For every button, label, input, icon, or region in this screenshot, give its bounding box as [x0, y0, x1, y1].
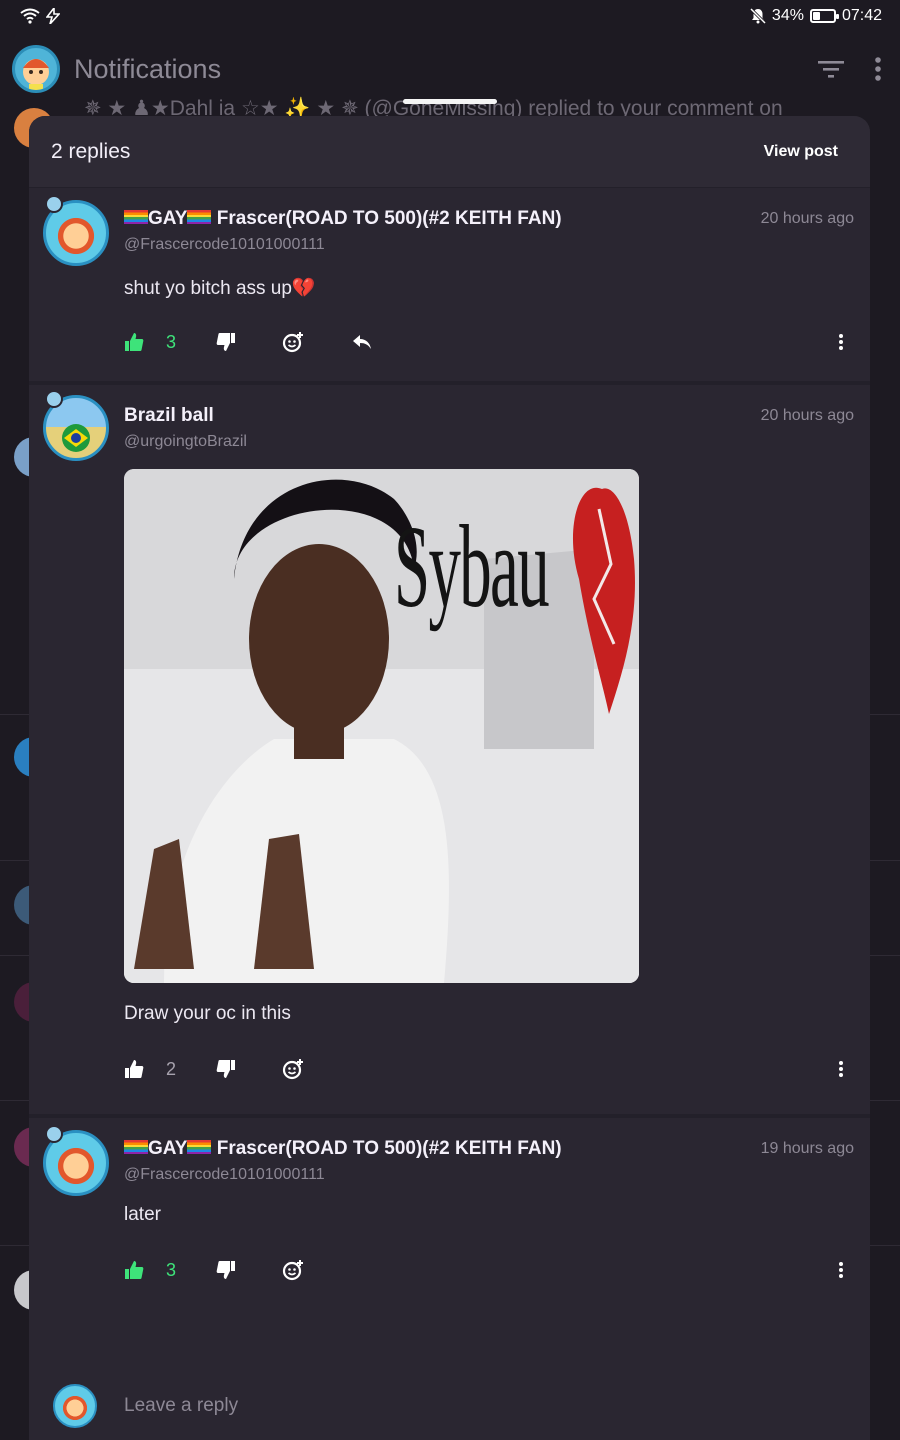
battery-percent: 34% [771, 7, 804, 24]
reply-actions: 3 [124, 326, 854, 358]
author-name-prefix: GAY [148, 1138, 188, 1159]
reply-input[interactable] [124, 1395, 724, 1417]
more-vertical-icon[interactable] [838, 1260, 844, 1280]
my-avatar [53, 1384, 97, 1428]
reply-item: GAY Frascer(ROAD TO 500)(#2 KEITH FAN) @… [29, 1118, 870, 1358]
author-name[interactable]: GAY Frascer(ROAD TO 500)(#2 KEITH FAN) [124, 208, 562, 230]
reply-header: Brazil ball @urgoingtoBrazil 20 hours ag… [124, 405, 854, 451]
app-header: Notifications [0, 36, 900, 102]
thumbs-down-icon[interactable] [216, 1260, 236, 1280]
reply-header: GAY Frascer(ROAD TO 500)(#2 KEITH FAN) @… [124, 1138, 854, 1184]
reply-item: Brazil ball @urgoingtoBrazil 20 hours ag… [29, 385, 870, 1118]
avatar-badge-icon [45, 195, 63, 213]
thumbs-up-icon[interactable] [124, 1260, 144, 1280]
reply-text: later [124, 1204, 161, 1225]
sheet-drag-handle[interactable] [403, 99, 497, 104]
battery-fill [812, 12, 821, 20]
like-count: 3 [166, 1259, 177, 1280]
attached-image[interactable]: Sybau [124, 469, 639, 983]
replies-count-title: 2 replies [51, 139, 131, 163]
author-name-prefix: GAY [148, 208, 188, 229]
bell-muted-icon [749, 8, 766, 24]
wifi-icon [20, 8, 40, 24]
status-right: 34% 07:42 [749, 7, 882, 25]
reply-time: 20 hours ago [760, 210, 854, 227]
thumbs-down-icon[interactable] [216, 332, 236, 352]
thumbs-down-icon[interactable] [216, 1059, 236, 1079]
thumbs-up-icon[interactable] [124, 1059, 144, 1079]
reply-arrow-icon[interactable] [352, 332, 372, 352]
sheet-header: 2 replies View post [29, 116, 870, 188]
reply-time: 20 hours ago [760, 407, 854, 424]
like-count: 2 [166, 1058, 177, 1079]
avatar-badge-icon [45, 1125, 63, 1143]
battery-icon [809, 9, 839, 23]
add-reaction-icon[interactable] [282, 1259, 304, 1281]
profile-avatar[interactable] [12, 45, 60, 93]
add-reaction-icon[interactable] [282, 1058, 304, 1080]
reply-actions: 3 [124, 1254, 854, 1286]
meme-photo [124, 469, 639, 983]
author-name-text: Frascer(ROAD TO 500)(#2 KEITH FAN) [216, 1138, 562, 1159]
replies-sheet: 2 replies View post GAY Frascer(ROAD TO … [29, 116, 870, 1440]
author-name[interactable]: GAY Frascer(ROAD TO 500)(#2 KEITH FAN) [124, 1138, 562, 1160]
author-name[interactable]: Brazil ball [124, 405, 247, 427]
reply-header: GAY Frascer(ROAD TO 500)(#2 KEITH FAN) @… [124, 208, 854, 254]
more-vertical-icon[interactable] [838, 1059, 844, 1079]
avatar-badge-icon [45, 390, 63, 408]
reply-time: 19 hours ago [760, 1140, 854, 1157]
reply-actions: 2 [124, 1053, 854, 1085]
reply-text: shut yo bitch ass up💔 [124, 278, 316, 299]
header-actions [818, 57, 888, 81]
reply-text: Draw your oc in this [124, 1003, 291, 1024]
more-vertical-icon[interactable] [838, 332, 844, 352]
author-name-text: Frascer(ROAD TO 500)(#2 KEITH FAN) [216, 208, 562, 229]
charging-bolt-icon [46, 8, 60, 24]
rainbow-flag-icon [124, 1140, 148, 1154]
rainbow-flag-icon [124, 210, 148, 224]
add-reaction-icon[interactable] [282, 331, 304, 353]
meme-caption: Sybau [394, 501, 550, 632]
status-bar: 34% 07:42 [0, 0, 900, 32]
more-vertical-icon[interactable] [874, 57, 882, 81]
rainbow-flag-icon [187, 210, 212, 224]
status-left [20, 8, 60, 24]
view-post-button[interactable]: View post [764, 143, 838, 161]
rainbow-flag-icon [187, 1140, 212, 1154]
reply-composer [29, 1372, 870, 1440]
author-handle: @urgoingtoBrazil [124, 433, 247, 450]
page-title: Notifications [74, 53, 222, 84]
avatar-face-icon [23, 59, 49, 90]
reply-item: GAY Frascer(ROAD TO 500)(#2 KEITH FAN) @… [29, 188, 870, 385]
clock: 07:42 [841, 7, 882, 24]
filter-icon[interactable] [818, 59, 844, 79]
like-count: 3 [166, 331, 177, 352]
thumbs-up-icon[interactable] [124, 332, 144, 352]
author-handle: @Frascercode10101000111 [124, 236, 325, 253]
author-handle: @Frascercode10101000111 [124, 1166, 325, 1183]
